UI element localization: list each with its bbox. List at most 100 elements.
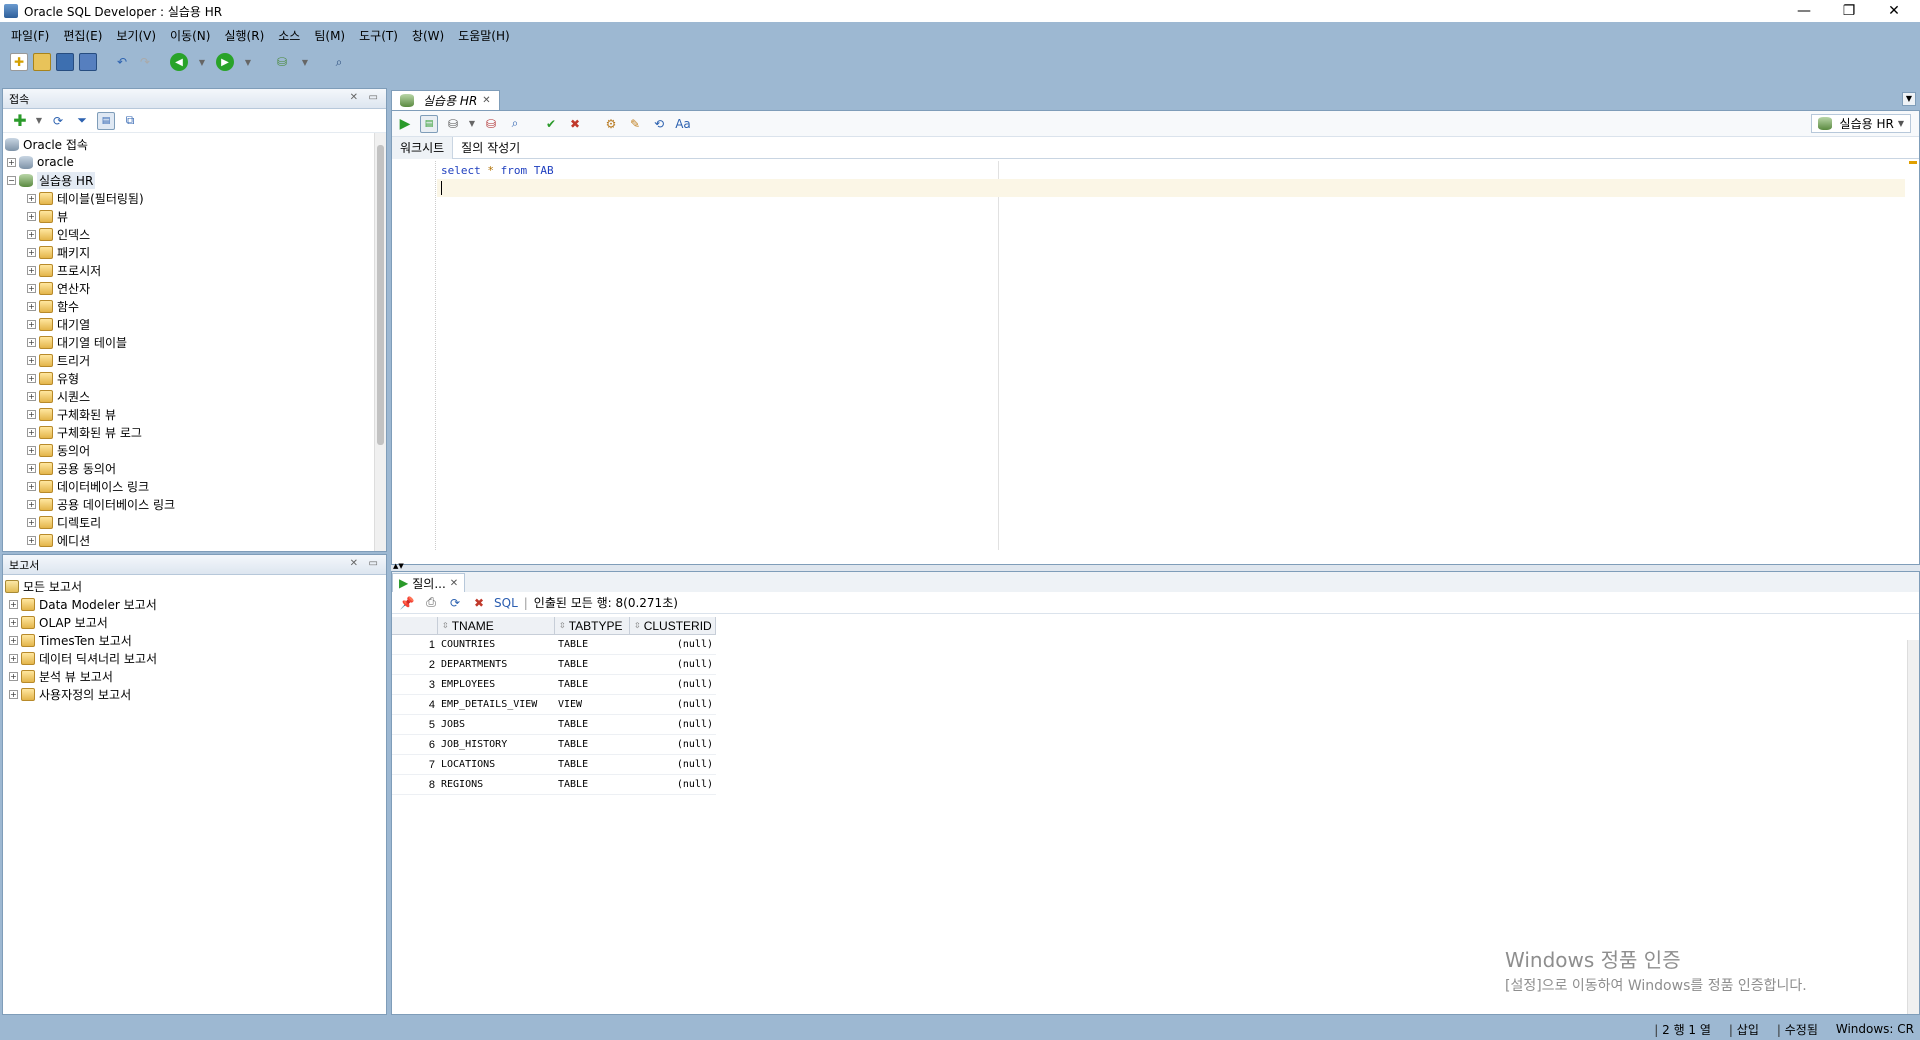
expand-icon[interactable]: + xyxy=(27,283,36,293)
tree-node-procedures[interactable]: + 프로시저 xyxy=(27,261,386,279)
tree-node-mview-logs[interactable]: + 구체화된 뷰 로그 xyxy=(27,423,386,441)
new-file-icon[interactable]: ✚ xyxy=(10,53,28,71)
cell-tabtype[interactable]: TABLE xyxy=(555,719,630,730)
table-row[interactable]: 3 EMPLOYEES TABLE (null) xyxy=(392,675,716,695)
tree-node-public-synonyms[interactable]: + 공용 동의어 xyxy=(27,459,386,477)
expand-icon[interactable]: + xyxy=(27,409,36,419)
sql-connection-icon[interactable]: ⛁ xyxy=(273,53,291,71)
autotrace-icon[interactable]: ✔ xyxy=(542,115,560,133)
tree-node-queue-tables[interactable]: + 대기열 테이블 xyxy=(27,333,386,351)
minimize-panel-icon[interactable]: ▭ xyxy=(369,92,378,103)
history-icon[interactable]: ⟲ xyxy=(650,115,668,133)
expand-icon[interactable]: + xyxy=(27,499,36,509)
chevron-down-icon[interactable]: ▼ xyxy=(193,53,211,71)
tree-node-queues[interactable]: + 대기열 xyxy=(27,315,386,333)
add-connection-icon[interactable]: ✚ xyxy=(11,111,29,130)
sql-link[interactable]: SQL xyxy=(494,596,518,610)
expand-icon[interactable]: + xyxy=(27,301,36,311)
expand-icon[interactable]: + xyxy=(27,391,36,401)
clear-icon[interactable]: ✎ xyxy=(626,115,644,133)
forward-icon[interactable]: ▶ xyxy=(216,53,234,71)
menu-navigate[interactable]: 이동(N) xyxy=(163,27,217,44)
cell-tabtype[interactable]: TABLE xyxy=(555,659,630,670)
refresh-icon[interactable]: ⟳ xyxy=(446,594,464,612)
run-script-icon[interactable]: ▤ xyxy=(420,114,438,133)
menu-edit[interactable]: 편집(E) xyxy=(56,27,109,44)
table-row[interactable]: 7 LOCATIONS TABLE (null) xyxy=(392,755,716,775)
cell-tname[interactable]: DEPARTMENTS xyxy=(438,659,555,670)
expand-icon[interactable]: + xyxy=(27,265,36,275)
open-folder-icon[interactable] xyxy=(33,53,51,71)
minimize-button[interactable]: — xyxy=(1782,0,1826,22)
expand-icon[interactable]: + xyxy=(27,463,36,473)
cell-clusterid[interactable]: (null) xyxy=(630,719,716,730)
expand-icon[interactable]: + xyxy=(9,617,18,627)
cell-tname[interactable]: COUNTRIES xyxy=(438,639,555,650)
menu-window[interactable]: 창(W) xyxy=(405,27,451,44)
cell-tabtype[interactable]: TABLE xyxy=(555,679,630,690)
cell-tname[interactable]: JOBS xyxy=(438,719,555,730)
print-icon[interactable]: ⎙ xyxy=(422,594,440,612)
tree-node-synonyms[interactable]: + 동의어 xyxy=(27,441,386,459)
save-icon[interactable] xyxy=(56,53,74,71)
cell-clusterid[interactable]: (null) xyxy=(630,659,716,670)
tree-node-directories[interactable]: + 디렉토리 xyxy=(27,513,386,531)
tree-node-oracle-connections[interactable]: Oracle 접속 xyxy=(5,135,386,153)
tree-node-oracle[interactable]: + oracle xyxy=(5,153,386,171)
tree-node-report[interactable]: + TimesTen 보고서 xyxy=(5,631,386,649)
rollback-icon[interactable]: ⛁ xyxy=(482,115,500,133)
expand-icon[interactable]: + xyxy=(27,373,36,383)
run-statement-icon[interactable]: ▶ xyxy=(396,115,414,133)
minimize-panel-icon[interactable]: ▭ xyxy=(369,558,378,569)
table-row[interactable]: 5 JOBS TABLE (null) xyxy=(392,715,716,735)
expand-icon[interactable]: + xyxy=(9,599,18,609)
filter-icon[interactable]: ⏷ xyxy=(73,112,91,130)
collapse-all-icon[interactable]: ⧉ xyxy=(121,112,139,130)
expand-icon[interactable]: + xyxy=(9,653,18,663)
cell-tabtype[interactable]: TABLE xyxy=(555,779,630,790)
collapse-icon[interactable]: − xyxy=(7,175,16,185)
code-line-1[interactable]: select * from TAB xyxy=(437,161,1905,179)
tree-node-report[interactable]: + 데이터 딕셔너리 보고서 xyxy=(5,649,386,667)
tab-worksheet[interactable]: 워크시트 xyxy=(392,136,454,159)
expand-icon[interactable]: + xyxy=(27,445,36,455)
explain-plan-icon[interactable]: ⌕ xyxy=(506,115,524,133)
cell-tname[interactable]: EMP_DETAILS_VIEW xyxy=(438,699,555,710)
close-icon[interactable]: ✕ xyxy=(450,578,458,589)
column-header-tabtype[interactable]: ⇳ TABTYPE xyxy=(555,617,630,634)
column-header-tname[interactable]: ⇳ TNAME xyxy=(438,617,555,634)
commit-icon[interactable]: ⛁ xyxy=(444,115,462,133)
menu-view[interactable]: 보기(V) xyxy=(109,27,163,44)
tree-node-report[interactable]: + OLAP 보고서 xyxy=(5,613,386,631)
table-row[interactable]: 4 EMP_DETAILS_VIEW VIEW (null) xyxy=(392,695,716,715)
close-button[interactable]: ✕ xyxy=(1872,0,1916,22)
refresh-icon[interactable]: ⟳ xyxy=(49,112,67,130)
schema-browser-icon[interactable]: ▤ xyxy=(97,111,115,130)
save-all-icon[interactable] xyxy=(79,53,97,71)
cell-tabtype[interactable]: TABLE xyxy=(555,739,630,750)
connection-select[interactable]: 실습용 HR ▼ xyxy=(1810,114,1911,133)
cell-clusterid[interactable]: (null) xyxy=(630,639,716,650)
tree-node-report[interactable]: + 분석 뷰 보고서 xyxy=(5,667,386,685)
cell-clusterid[interactable]: (null) xyxy=(630,679,716,690)
menu-help[interactable]: 도움말(H) xyxy=(451,27,517,44)
menu-source[interactable]: 소스 xyxy=(271,27,307,44)
close-icon[interactable]: ✕ xyxy=(350,92,358,103)
expand-icon[interactable]: + xyxy=(9,635,18,645)
menu-file[interactable]: 파일(F) xyxy=(4,27,56,44)
binoculars-icon[interactable]: ⌕ xyxy=(330,53,348,71)
chevron-down-icon[interactable]: ▼ xyxy=(296,53,314,71)
cell-clusterid[interactable]: (null) xyxy=(630,699,716,710)
pin-icon[interactable]: 📌 xyxy=(398,594,416,612)
tree-node-triggers[interactable]: + 트리거 xyxy=(27,351,386,369)
cell-tname[interactable]: REGIONS xyxy=(438,779,555,790)
expand-icon[interactable]: + xyxy=(27,337,36,347)
table-row[interactable]: 2 DEPARTMENTS TABLE (null) xyxy=(392,655,716,675)
tree-node-public-db-links[interactable]: + 공용 데이터베이스 링크 xyxy=(27,495,386,513)
cell-tabtype[interactable]: VIEW xyxy=(555,699,630,710)
tree-node-report[interactable]: + Data Modeler 보고서 xyxy=(5,595,386,613)
cell-tabtype[interactable]: TABLE xyxy=(555,639,630,650)
cell-clusterid[interactable]: (null) xyxy=(630,759,716,770)
expand-icon[interactable]: + xyxy=(27,229,36,239)
split-arrows-icon[interactable]: ▲▼ xyxy=(393,562,404,570)
